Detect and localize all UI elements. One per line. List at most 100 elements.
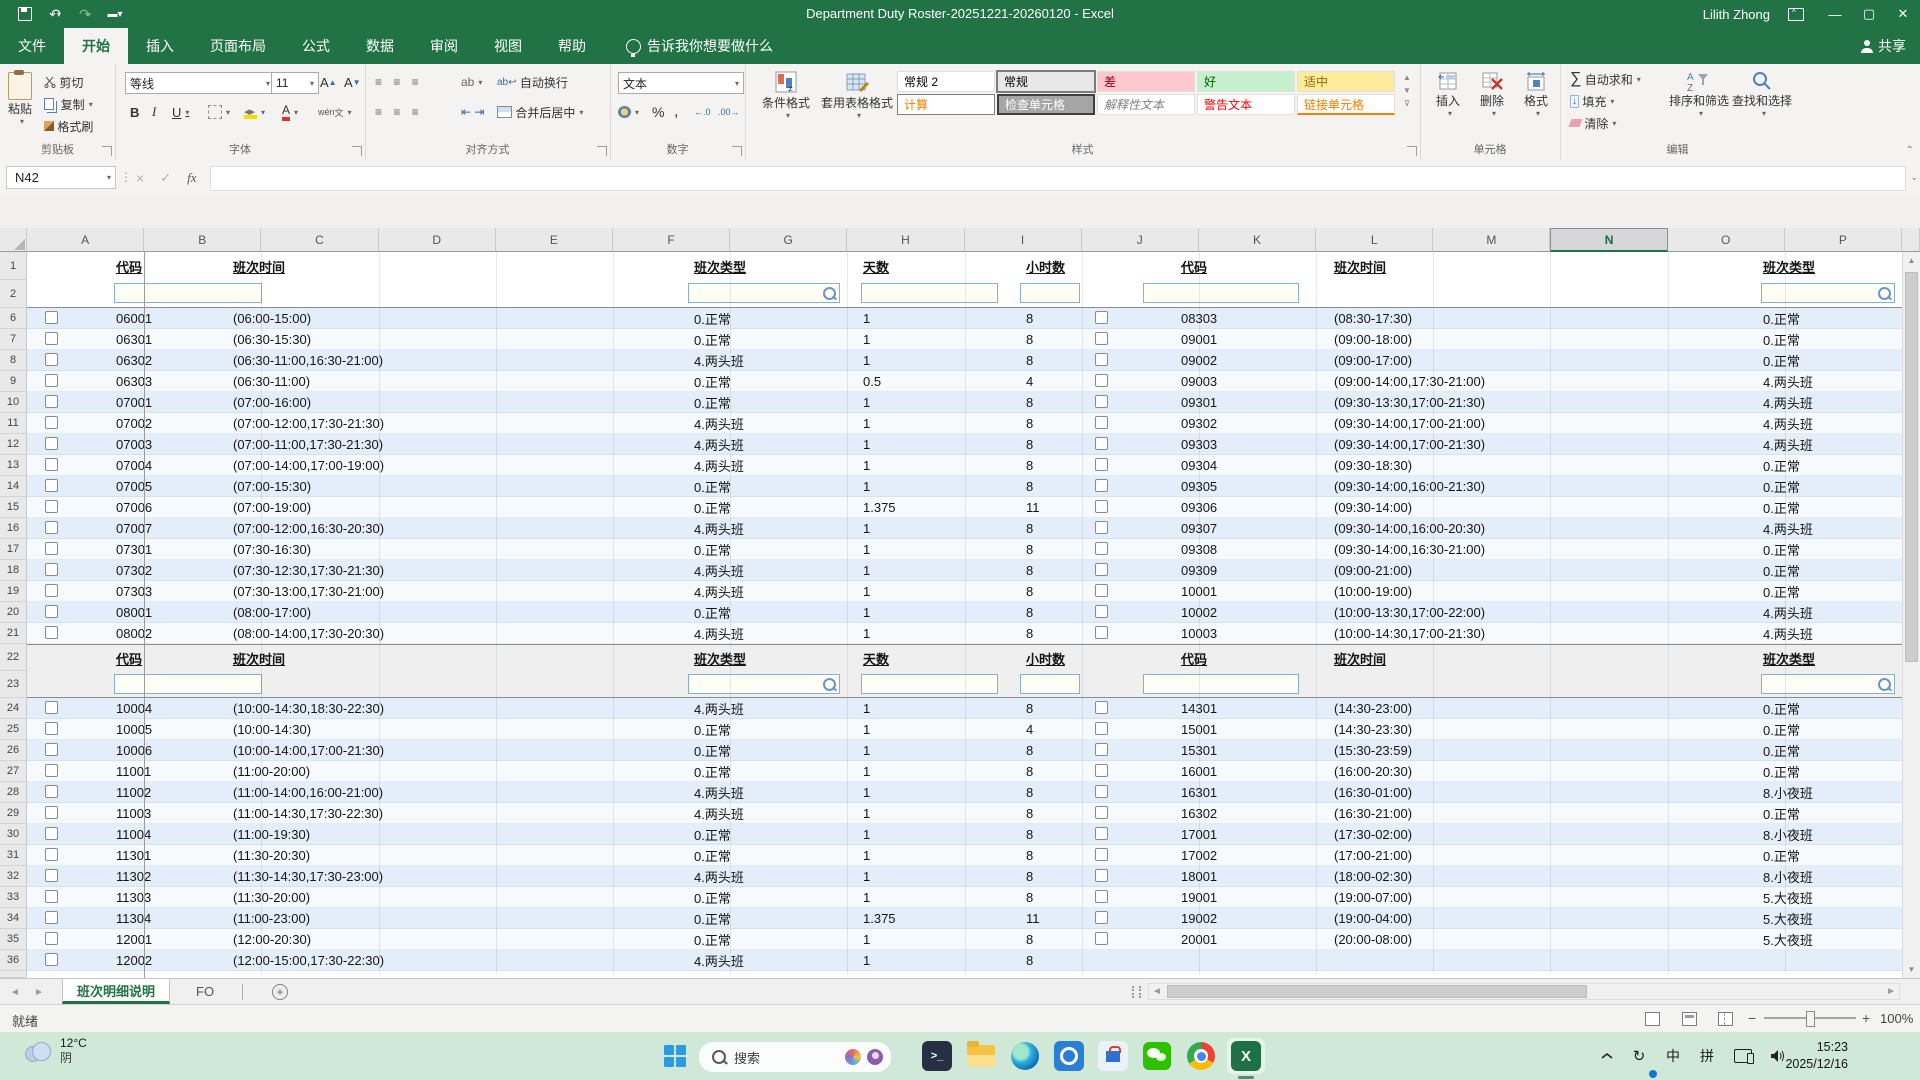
row-header-10[interactable]: 10 <box>0 392 27 413</box>
autosum-button[interactable]: ∑ 自动求和▾ <box>1570 69 1641 89</box>
zoom-slider-thumb[interactable] <box>1806 1011 1815 1027</box>
row-checkbox[interactable] <box>45 869 58 882</box>
cell-shift-type[interactable]: 0.正常 <box>1763 581 1800 601</box>
scroll-down-icon[interactable]: ▼ <box>1903 961 1920 978</box>
cell-shift-time[interactable]: (09:00-21:00) <box>1334 560 1412 580</box>
row-checkbox[interactable] <box>1095 626 1108 639</box>
cell-hours[interactable]: 11 <box>1026 497 1040 517</box>
page-break-view-icon[interactable] <box>1718 1012 1733 1026</box>
row-header-15[interactable]: 15 <box>0 497 27 518</box>
app-icon-excel[interactable]: X <box>1231 1041 1261 1071</box>
row-checkbox[interactable] <box>1095 932 1108 945</box>
cell-shift-type[interactable]: 0.正常 <box>1763 455 1800 475</box>
style-链接单元格[interactable]: 链接单元格 <box>1297 94 1395 115</box>
cell-shift-time[interactable]: (12:00-15:00,17:30-22:30) <box>233 950 384 970</box>
cell-shift-type[interactable]: 4.两头班 <box>1763 623 1813 643</box>
name-box[interactable]: N42▾ <box>6 166 116 189</box>
filter-input-0[interactable] <box>114 283 262 303</box>
row-header-24[interactable]: 24 <box>0 698 27 719</box>
column-title-time[interactable]: 班次时间 <box>1334 645 1386 671</box>
tray-clock[interactable]: 15:232025/12/16 <box>1785 1039 1848 1073</box>
style-解释性文本[interactable]: 解释性文本 <box>1097 94 1195 115</box>
row-header-11[interactable]: 11 <box>0 413 27 434</box>
row-header-17[interactable]: 17 <box>0 539 27 560</box>
font-color-button[interactable]: A▾ <box>277 102 303 122</box>
style-差[interactable]: 差 <box>1097 71 1195 92</box>
zoom-out-button[interactable]: − <box>1748 1010 1756 1026</box>
cell-shift-time[interactable]: (08:00-14:00,17:30-20:30) <box>233 623 384 643</box>
cell-shift-type[interactable]: 4.两头班 <box>694 455 744 475</box>
cell-code[interactable]: 08002 <box>116 623 152 643</box>
clear-button[interactable]: 清除▾ <box>1570 113 1616 133</box>
cell-days[interactable]: 1 <box>863 950 870 970</box>
cell-shift-time[interactable]: (11:00-14:00,16:00-21:00) <box>233 782 383 802</box>
cell-shift-time[interactable]: (11:00-19:30) <box>233 824 310 844</box>
formula-input[interactable] <box>210 166 1906 191</box>
font-dialog-launcher[interactable] <box>352 146 362 156</box>
row-checkbox[interactable] <box>45 353 58 366</box>
horizontal-align-buttons[interactable]: ≡ ≡ ≡ <box>375 102 423 122</box>
cell-shift-type[interactable]: 0.正常 <box>1763 539 1800 559</box>
cell-hours[interactable]: 11 <box>1026 908 1040 928</box>
ribbon-display-options-icon[interactable] <box>1788 8 1804 21</box>
cell-shift-time[interactable]: (09:30-14:00,16:30-21:00) <box>1334 539 1485 559</box>
fill-color-button[interactable]: ◂▸▾ <box>239 102 270 122</box>
new-sheet-button[interactable]: + <box>272 984 288 1000</box>
cell-shift-time[interactable]: (17:30-02:00) <box>1334 824 1412 844</box>
bold-button[interactable]: B <box>125 102 144 122</box>
number-format-combo[interactable]: 文本▾ <box>618 72 744 94</box>
row-checkbox[interactable] <box>1095 416 1108 429</box>
number-dialog-launcher[interactable] <box>732 146 742 156</box>
cell-hours[interactable]: 8 <box>1026 518 1033 538</box>
cell-shift-type[interactable]: 4.两头班 <box>694 350 744 370</box>
tray-ime-mode[interactable]: 中 <box>1660 1032 1686 1080</box>
cell-days[interactable]: 1 <box>863 845 870 865</box>
cell-code[interactable]: 10006 <box>116 740 152 760</box>
cell-shift-type[interactable]: 4.两头班 <box>1763 392 1813 412</box>
decrease-decimal-button[interactable]: .00→ <box>718 102 740 122</box>
column-title-days[interactable]: 天数 <box>863 252 889 280</box>
cell-hours[interactable]: 8 <box>1026 560 1033 580</box>
minimize-button[interactable]: — <box>1818 0 1852 28</box>
alignment-dialog-launcher[interactable] <box>597 146 607 156</box>
app-icon-file-explorer[interactable] <box>966 1041 996 1071</box>
sheet-nav-left-icon[interactable]: ◄ <box>10 979 20 1005</box>
cell-code[interactable]: 08001 <box>116 602 152 622</box>
tab-视图[interactable]: 视图 <box>476 28 540 64</box>
orientation-button[interactable]: ab▾ <box>461 72 482 92</box>
cell-shift-time[interactable]: (09:00-14:00,17:30-21:00) <box>1334 371 1485 391</box>
cell-days[interactable]: 1 <box>863 434 870 454</box>
restore-button[interactable]: ▢ <box>1852 0 1886 28</box>
sheet-nav-right-icon[interactable]: ► <box>34 979 44 1005</box>
column-title-type[interactable]: 班次类型 <box>694 645 746 671</box>
tray-sync-icon[interactable]: ↻ <box>1626 1032 1652 1080</box>
row-checkbox[interactable] <box>1095 353 1108 366</box>
cell-shift-type[interactable]: 0.正常 <box>694 824 731 844</box>
font-size-combo[interactable]: 11▾ <box>271 72 319 94</box>
tab-帮助[interactable]: 帮助 <box>540 28 604 64</box>
page-layout-view-icon[interactable] <box>1682 1012 1697 1026</box>
vertical-scroll-thumb[interactable] <box>1905 272 1918 662</box>
cell-hours[interactable]: 8 <box>1026 350 1033 370</box>
row-header-26[interactable]: 26 <box>0 740 27 761</box>
cell-shift-type[interactable]: 0.正常 <box>694 371 731 391</box>
cell-days[interactable]: 1 <box>863 623 870 643</box>
zoom-percentage[interactable]: 100% <box>1880 1011 1913 1026</box>
scroll-up-icon[interactable]: ▲ <box>1903 252 1920 269</box>
cell-shift-time[interactable]: (11:00-23:00) <box>233 908 310 928</box>
cell-hours[interactable]: 8 <box>1026 434 1033 454</box>
row-checkbox[interactable] <box>1095 806 1108 819</box>
cell-days[interactable]: 1 <box>863 539 870 559</box>
cell-days[interactable]: 1 <box>863 887 870 907</box>
cell-shift-time[interactable]: (06:30-11:00) <box>233 371 310 391</box>
cell-hours[interactable]: 8 <box>1026 623 1033 643</box>
cell-shift-time[interactable]: (06:00-15:00) <box>233 308 311 328</box>
row-checkbox[interactable] <box>45 584 58 597</box>
row-header-8[interactable]: 8 <box>0 350 27 371</box>
column-title-hours[interactable]: 小时数 <box>1026 252 1065 280</box>
currency-button[interactable]: ▾ <box>618 102 639 122</box>
row-checkbox[interactable] <box>45 953 58 966</box>
cell-code[interactable]: 07301 <box>116 539 152 559</box>
cell-shift-type[interactable]: 4.两头班 <box>694 698 744 718</box>
cell-shift-time[interactable]: (11:30-20:00) <box>233 887 310 907</box>
